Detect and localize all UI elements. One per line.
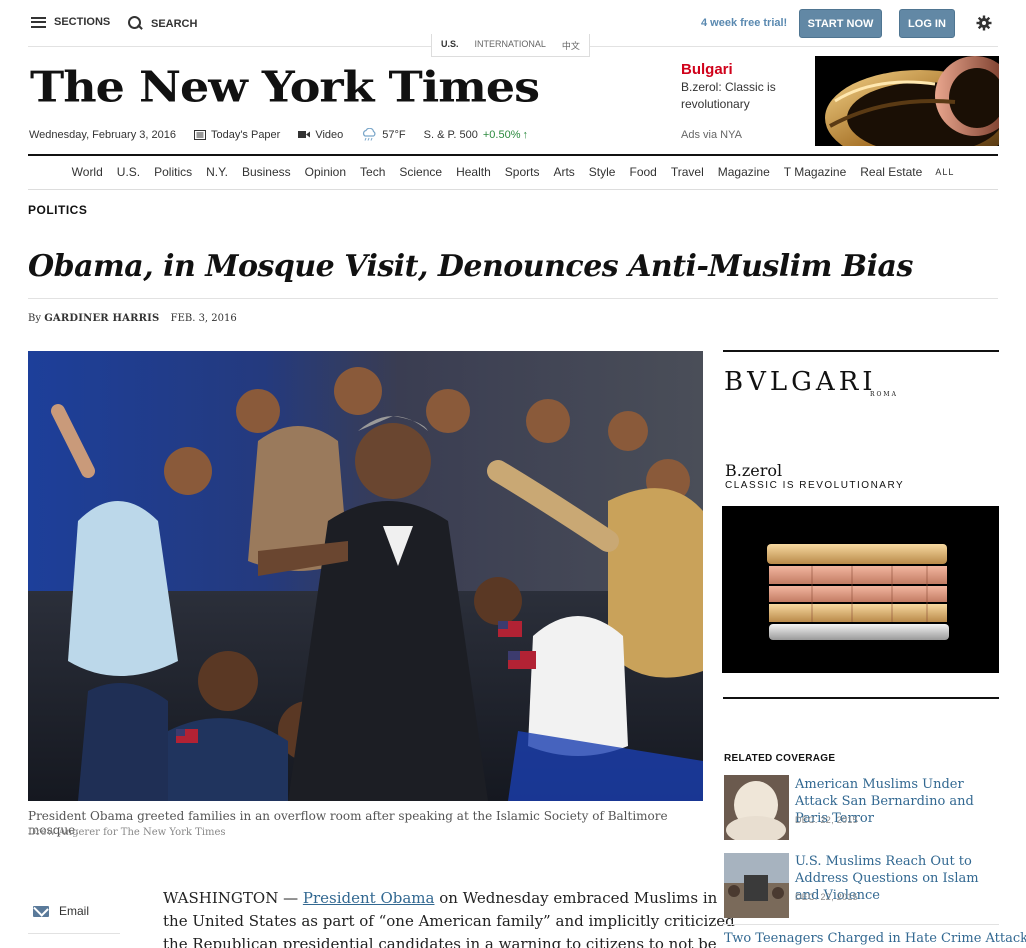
edition-international[interactable]: INTERNATIONAL [475, 39, 546, 52]
search-label: SEARCH [151, 17, 198, 30]
start-now-button[interactable]: START NOW [799, 9, 882, 38]
nav-food[interactable]: Food [629, 165, 656, 179]
nav-tech[interactable]: Tech [360, 165, 385, 179]
roma-label: ROMA [870, 391, 898, 398]
related-thumb-1[interactable] [724, 775, 789, 840]
index-change: +0.50% [482, 128, 521, 141]
video-camera-icon [298, 131, 311, 138]
nav-health[interactable]: Health [456, 165, 491, 179]
body-line-2: the United States as part of “one Americ… [163, 912, 735, 930]
body-line-3: the Republican presidential candidates i… [163, 935, 717, 948]
body-line-1-rest: on Wednesday embraced Muslims in [439, 889, 718, 907]
related-image-1 [724, 775, 789, 840]
video-link[interactable]: Video [298, 129, 343, 141]
related-image-2 [724, 853, 789, 918]
nav-world[interactable]: World [72, 165, 103, 179]
search-icon [128, 16, 143, 31]
weather[interactable]: 57°F [361, 128, 406, 141]
side-ad-top-rule [723, 350, 999, 352]
dateline-place: WASHINGTON — [163, 889, 299, 907]
nav-all[interactable]: ALL [935, 167, 954, 177]
side-ad-bottom-rule [723, 697, 999, 699]
author-name[interactable]: GARDINER HARRIS [44, 313, 159, 324]
nav-arts[interactable]: Arts [553, 165, 574, 179]
market-index[interactable]: S. & P. 500 +0.50% ↑ [424, 129, 528, 141]
nav-politics[interactable]: Politics [154, 165, 192, 179]
search-button[interactable]: SEARCH [128, 16, 197, 31]
nav-divider [28, 189, 998, 190]
current-date: Wednesday, February 3, 2016 [29, 128, 176, 141]
edition-chinese[interactable]: 中文 [562, 39, 580, 52]
top-ad-brand[interactable]: Bulgari [681, 61, 733, 78]
newspaper-icon [193, 129, 206, 140]
video-label: Video [315, 128, 344, 141]
share-divider [28, 933, 120, 934]
side-ad-ring-image[interactable] [722, 506, 999, 673]
email-label: Email [59, 904, 90, 918]
log-in-button[interactable]: LOG IN [899, 9, 955, 38]
nav-science[interactable]: Science [399, 165, 442, 179]
lead-photo[interactable] [28, 351, 703, 801]
bvlgari-logo[interactable]: BVLGARI [724, 367, 877, 397]
section-kicker[interactable]: POLITICS [28, 203, 87, 217]
up-arrow-icon: ↑ [522, 128, 529, 141]
nav-us[interactable]: U.S. [117, 165, 140, 179]
nav-business[interactable]: Business [242, 165, 291, 179]
headline-divider [28, 298, 998, 299]
photo-credit: Drew Angerer for The New York Times [28, 827, 226, 838]
rain-cloud-icon [363, 128, 376, 141]
related-coverage-title: RELATED COVERAGE [724, 753, 836, 764]
nav-magazine[interactable]: Magazine [718, 165, 770, 179]
related-date-2: DEC. 22, 2015 [795, 892, 858, 902]
related-date-1: DEC. 22, 2015 [795, 815, 858, 825]
top-ad-ring-image[interactable] [815, 56, 999, 146]
email-share-button[interactable]: Email [33, 904, 89, 918]
byline: By GARDINER HARRIS FEB. 3, 2016 [28, 313, 237, 324]
nav-ny[interactable]: N.Y. [206, 165, 228, 179]
body-line-1: WASHINGTON — President Obama on Wednesda… [163, 887, 717, 910]
dateline: Wednesday, February 3, 2016 Today's Pape… [29, 128, 528, 141]
article-body: WASHINGTON — President Obama on Wednesda… [163, 887, 735, 948]
nav-travel[interactable]: Travel [671, 165, 704, 179]
nav-t-magazine[interactable]: T Magazine [784, 165, 846, 179]
edition-tabs: U.S. INTERNATIONAL 中文 [431, 34, 590, 57]
masthead-logo[interactable]: The New York Times [30, 62, 540, 112]
sections-button[interactable]: SECTIONS [31, 16, 110, 28]
nav-sports[interactable]: Sports [505, 165, 540, 179]
free-trial-text[interactable]: 4 week free trial! [701, 17, 787, 29]
related-headline-3[interactable]: Two Teenagers Charged in Hate Crime Atta… [724, 930, 1026, 947]
top-ad-copy[interactable]: B.zerol: Classic is revolutionary [681, 79, 801, 113]
edition-us[interactable]: U.S. [441, 39, 459, 52]
article-headline: Obama, in Mosque Visit, Denounces Anti-M… [28, 249, 913, 284]
masthead-rule [28, 154, 998, 156]
bzero-ring-image [767, 544, 949, 640]
envelope-icon [33, 905, 49, 917]
menu-icon [31, 16, 46, 28]
temperature: 57°F [382, 128, 406, 141]
photo-illustration [28, 351, 703, 801]
nav-opinion[interactable]: Opinion [305, 165, 346, 179]
bzero-title: B.zerol [725, 461, 783, 480]
section-nav: World U.S. Politics N.Y. Business Opinio… [28, 165, 998, 179]
ads-via-label: Ads via NYA [681, 129, 742, 141]
president-obama-link[interactable]: President Obama [303, 889, 435, 907]
gear-icon[interactable] [976, 15, 992, 31]
bzero-tagline: CLASSIC IS REVOLUTIONARY [725, 480, 905, 491]
article-date: FEB. 3, 2016 [170, 313, 237, 324]
todays-paper-link[interactable]: Today's Paper [193, 128, 281, 141]
nav-real-estate[interactable]: Real Estate [860, 165, 922, 179]
ring-image [825, 56, 999, 146]
index-name: S. & P. 500 [423, 128, 478, 141]
todays-paper-label: Today's Paper [210, 128, 281, 141]
sections-label: SECTIONS [54, 16, 111, 28]
byline-prefix: By [28, 313, 41, 324]
related-thumb-2[interactable] [724, 853, 789, 918]
nav-style[interactable]: Style [589, 165, 616, 179]
related-divider [723, 924, 999, 925]
